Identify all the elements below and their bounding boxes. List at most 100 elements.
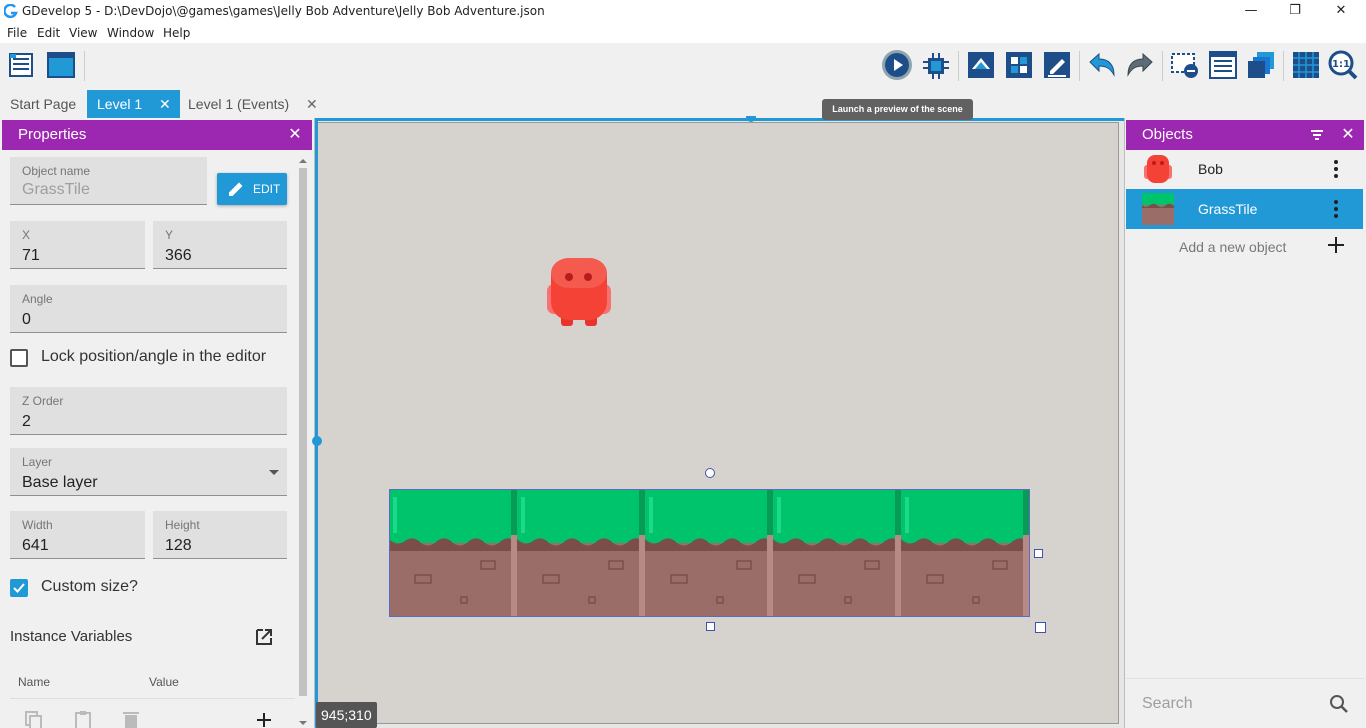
scene-editor[interactable] xyxy=(312,116,1125,728)
object-name-bob: Bob xyxy=(1198,161,1223,177)
y-label: Y xyxy=(165,228,174,242)
object-groups-icon[interactable] xyxy=(1003,49,1035,81)
bob-thumbnail xyxy=(1144,155,1172,183)
grasstile-instance[interactable] xyxy=(389,489,1031,617)
paste-icon[interactable] xyxy=(73,710,93,728)
objects-panel: Objects ✕ Bob GrassTile Add a new object… xyxy=(1125,118,1366,728)
properties-icon[interactable] xyxy=(1041,49,1073,81)
width-value: 641 xyxy=(22,537,49,554)
project-manager-icon[interactable] xyxy=(7,49,39,81)
lock-checkbox-box[interactable] xyxy=(10,349,28,367)
chevron-down-icon[interactable] xyxy=(269,470,279,475)
copy-icon[interactable] xyxy=(24,710,44,728)
menu-view[interactable]: View xyxy=(69,26,97,40)
add-new-object-label[interactable]: Add a new object xyxy=(1179,239,1286,255)
more-vertical-icon[interactable] xyxy=(1332,159,1340,179)
toolbar-separator xyxy=(958,51,959,81)
z-order-field[interactable]: Z Order 2 xyxy=(10,387,287,435)
object-item-grasstile[interactable]: GrassTile xyxy=(1126,189,1363,229)
scene-canvas[interactable] xyxy=(317,122,1119,724)
close-window-button[interactable]: ✕ xyxy=(1318,0,1364,23)
gdevelop-logo-icon xyxy=(4,4,18,18)
svg-text:1:1: 1:1 xyxy=(1332,59,1350,70)
z-order-label: Z Order xyxy=(22,394,64,408)
scene-view-icon[interactable] xyxy=(45,49,77,81)
more-vertical-icon[interactable] xyxy=(1332,199,1340,219)
scroll-up-icon[interactable] xyxy=(297,156,309,166)
tab-level-1-close-icon[interactable]: ✕ xyxy=(159,90,171,118)
tab-start-page[interactable]: Start Page xyxy=(0,90,86,118)
grid-icon[interactable] xyxy=(1290,49,1322,81)
x-value: 71 xyxy=(22,247,40,264)
play-preview-icon[interactable] xyxy=(881,49,913,81)
pencil-icon xyxy=(229,182,243,196)
filter-icon[interactable] xyxy=(1309,129,1325,141)
custom-size-label: Custom size? xyxy=(41,578,138,595)
editor-tabs: Start Page Level 1 ✕ Level 1 (Events) ✕ xyxy=(0,90,1366,118)
z-order-value: 2 xyxy=(22,413,31,430)
tab-level-1-events[interactable]: Level 1 (Events) xyxy=(178,90,299,118)
objects-header: Objects ✕ xyxy=(1126,120,1364,150)
tab-level-1[interactable]: Level 1 ✕ xyxy=(87,90,180,118)
custom-size-checkbox[interactable]: Custom size? xyxy=(10,576,210,600)
scrollbar-thumb[interactable] xyxy=(299,168,307,696)
divider xyxy=(1126,678,1364,679)
height-label: Height xyxy=(165,518,200,532)
resize-handle-corner[interactable] xyxy=(1035,622,1046,633)
resize-handle-bottom[interactable] xyxy=(706,622,715,631)
y-position-field[interactable]: Y 366 xyxy=(153,221,287,269)
height-field[interactable]: Height 128 xyxy=(153,511,287,559)
edit-button-label: EDIT xyxy=(253,182,281,196)
debugger-icon[interactable] xyxy=(920,49,952,81)
add-variable-icon[interactable] xyxy=(255,710,273,728)
menu-help[interactable]: Help xyxy=(163,26,190,40)
rotation-handle[interactable] xyxy=(705,468,715,478)
lock-position-checkbox[interactable]: Lock position/angle in the editor xyxy=(10,346,290,370)
bob-instance[interactable] xyxy=(541,254,617,330)
angle-field[interactable]: Angle 0 xyxy=(10,285,287,333)
grasstile-thumbnail xyxy=(1142,193,1174,225)
resize-handle-right[interactable] xyxy=(1034,549,1043,558)
custom-size-checkbox-box[interactable] xyxy=(10,579,28,597)
maximize-button[interactable]: ❐ xyxy=(1272,0,1318,23)
tab-level-1-events-close-icon[interactable]: ✕ xyxy=(306,90,318,118)
width-field[interactable]: Width 641 xyxy=(10,511,145,559)
search-icon[interactable] xyxy=(1329,694,1349,714)
scene-top-guide xyxy=(315,118,1125,121)
layer-value: Base layer xyxy=(22,474,98,491)
open-in-new-icon[interactable] xyxy=(254,627,274,647)
x-position-field[interactable]: X 71 xyxy=(10,221,145,269)
layers-list-icon[interactable] xyxy=(1207,49,1239,81)
objects-list-icon[interactable] xyxy=(965,49,997,81)
cursor-coordinates: 945;310 xyxy=(316,702,377,728)
menu-file[interactable]: File xyxy=(7,26,27,40)
variables-name-column: Name xyxy=(18,675,51,689)
minimize-button[interactable]: — xyxy=(1228,0,1274,23)
left-handle[interactable] xyxy=(312,436,322,446)
properties-close-icon[interactable]: ✕ xyxy=(283,120,307,150)
undo-icon[interactable] xyxy=(1086,49,1118,81)
object-item-bob[interactable]: Bob xyxy=(1126,149,1363,189)
menu-window[interactable]: Window xyxy=(107,26,154,40)
properties-header: Properties ✕ xyxy=(2,120,312,150)
layers-icon[interactable] xyxy=(1245,49,1277,81)
redo-icon[interactable] xyxy=(1124,49,1156,81)
checkmark-icon xyxy=(13,583,25,593)
zoom-reset-icon[interactable]: 1:1 xyxy=(1327,49,1359,81)
height-value: 128 xyxy=(165,537,192,554)
delete-icon[interactable] xyxy=(121,710,141,728)
object-search-input[interactable]: Search xyxy=(1142,695,1193,713)
add-object-icon[interactable] xyxy=(1327,236,1345,254)
edit-object-button[interactable]: EDIT xyxy=(217,173,287,205)
menu-edit[interactable]: Edit xyxy=(37,26,60,40)
preview-tooltip: Launch a preview of the scene xyxy=(822,99,973,120)
properties-panel: Properties ✕ Object name GrassTile EDIT … xyxy=(0,118,315,728)
object-name-value: GrassTile xyxy=(22,181,90,198)
layer-select[interactable]: Layer Base layer xyxy=(10,448,287,496)
angle-value: 0 xyxy=(22,311,31,328)
instances-list-icon[interactable] xyxy=(1169,49,1201,81)
scroll-down-icon[interactable] xyxy=(297,718,309,728)
object-name-grasstile: GrassTile xyxy=(1198,201,1258,217)
objects-close-icon[interactable]: ✕ xyxy=(1336,120,1360,150)
properties-scrollbar[interactable] xyxy=(297,156,309,728)
